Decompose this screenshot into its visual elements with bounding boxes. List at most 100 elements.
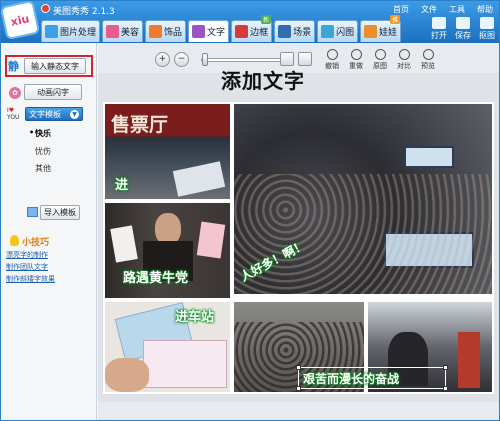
tab-scene[interactable]: 场景: [274, 20, 316, 42]
folder-icon: [432, 17, 446, 29]
tab-text[interactable]: 文字: [188, 20, 230, 42]
tab-accessories[interactable]: 饰品: [145, 20, 187, 42]
caption-long-battle[interactable]: 艰苦而漫长的奋战: [303, 370, 399, 387]
save-icon: [456, 17, 470, 29]
import-template-button[interactable]: 导入模板: [40, 205, 80, 220]
undo-button[interactable]: 撤销: [322, 49, 342, 71]
main-tabs: 图片处理 美容 饰品 文字 新边框 场景 闪图 推娃娃: [41, 15, 402, 42]
resize-handle-sw[interactable]: [296, 386, 301, 391]
menu-file[interactable]: 文件: [421, 4, 437, 15]
love-icon: I♥ YOU: [7, 107, 20, 121]
menu-home[interactable]: 首页: [393, 4, 409, 15]
tip-link-2[interactable]: 制作团队文字: [6, 262, 48, 272]
heart-icon: [149, 25, 163, 38]
tab-label: 边框: [250, 28, 269, 38]
original-label: 原图: [373, 62, 387, 70]
mood-sad[interactable]: 忧伤: [35, 146, 51, 157]
new-badge: 新: [261, 15, 272, 24]
original-icon: [374, 49, 386, 60]
import-icon: [27, 207, 38, 217]
actual-size-icon[interactable]: [298, 52, 312, 66]
static-text-button[interactable]: 输入静态文字: [24, 58, 86, 74]
menu-help[interactable]: 帮助: [477, 4, 493, 15]
file-toolbar: 打开 保存 抠图: [431, 17, 495, 41]
tab-doll[interactable]: 推娃娃: [360, 15, 402, 42]
preview-label: 预览: [421, 62, 435, 70]
dynamic-text-button[interactable]: 动画闪字: [24, 84, 82, 100]
capture-label: 抠图: [479, 31, 495, 40]
compare-button[interactable]: 对比: [394, 49, 414, 71]
tickets-left: [110, 225, 138, 263]
title-bar: xiu 美图秀秀 2.1.3 首页 文件 工具 帮助 图片处理 美容 饰品 文字…: [0, 0, 499, 43]
tab-label: 娃娃: [379, 28, 398, 38]
resize-handle-nw[interactable]: [296, 365, 301, 370]
recommend-badge: 推: [390, 15, 401, 24]
person-red: [458, 332, 480, 388]
headline-text: 添加文字: [221, 69, 305, 93]
zoom-slider-thumb[interactable]: [202, 53, 208, 66]
menu-tools[interactable]: 工具: [449, 4, 465, 15]
photo-id-card[interactable]: 进车站: [105, 302, 230, 392]
zoom-slider[interactable]: [201, 58, 291, 62]
logo-text: xiu: [9, 11, 31, 29]
caption-enter[interactable]: 进: [115, 174, 128, 193]
compare-icon: [398, 49, 410, 60]
redo-button[interactable]: 重做: [346, 49, 366, 71]
text-icon: [192, 25, 206, 38]
mood-other[interactable]: 其他: [35, 163, 51, 174]
redo-icon: [350, 49, 362, 60]
redo-label: 重做: [349, 62, 363, 70]
resize-handle-ne[interactable]: [443, 365, 448, 370]
train-ticket: [143, 340, 227, 388]
mood-happy[interactable]: 快乐: [29, 128, 51, 139]
editor-area: + − 撤销 重做 原图 对比 预览 添加文字 售票厅 进 人好多！啊！ 路遇黄…: [98, 43, 499, 420]
open-label: 打开: [431, 31, 447, 40]
hand: [105, 358, 149, 392]
love-you: YOU: [7, 114, 20, 121]
tab-label: 饰品: [164, 28, 183, 38]
preview-icon: [422, 49, 434, 60]
ticket-card: [172, 161, 226, 197]
static-text-icon: 静: [8, 60, 19, 73]
text-template-button[interactable]: 文字模板 ▼: [25, 107, 83, 121]
app-logo: xiu: [0, 0, 41, 41]
caption-enter-station[interactable]: 进车站: [175, 306, 214, 325]
tab-label: 闪图: [336, 28, 355, 38]
tab-flash[interactable]: 闪图: [317, 20, 359, 42]
crowd-texture: [234, 174, 492, 294]
tab-label: 美容: [121, 28, 140, 38]
doll-icon: [364, 25, 378, 38]
caption-scalper[interactable]: 路遇黄牛党: [123, 267, 188, 286]
tab-frame[interactable]: 新边框: [231, 15, 273, 42]
app-icon: [41, 4, 50, 13]
open-button[interactable]: 打开: [431, 17, 447, 41]
image-icon: [45, 25, 58, 38]
zoom-out-icon[interactable]: −: [174, 52, 189, 67]
tab-label: 图片处理: [60, 28, 97, 38]
tickets-right: [196, 221, 226, 259]
template-label: 文字模板: [29, 109, 61, 119]
save-button[interactable]: 保存: [455, 17, 471, 41]
tab-beauty[interactable]: 美容: [102, 20, 144, 42]
tip-link-3[interactable]: 制作斜矮字效果: [6, 274, 55, 284]
text-selection-box[interactable]: 艰苦而漫长的奋战: [296, 365, 448, 391]
preview-button[interactable]: 预览: [418, 49, 438, 71]
resize-handle-se[interactable]: [443, 386, 448, 391]
save-label: 保存: [455, 31, 471, 40]
photo-collage: 售票厅 进 人好多！啊！ 路遇黄牛党 进车站 艰苦而漫长的奋战: [103, 102, 494, 394]
fit-window-icon[interactable]: [280, 52, 294, 66]
text-sidebar: 静 输入静态文字 ✿ 动画闪字 I♥YOU 文字模板 ▼ 快乐 忧伤 其他 导入模…: [2, 43, 97, 420]
zoom-in-icon[interactable]: +: [155, 52, 170, 67]
scene-icon: [278, 25, 292, 38]
lightbulb-icon: [10, 235, 19, 246]
photo-scalper[interactable]: 路遇黄牛党: [105, 203, 230, 298]
chevron-down-icon: ▼: [70, 109, 79, 119]
app-title: 美图秀秀 2.1.3: [53, 7, 115, 17]
flash-text-icon: ✿: [9, 87, 21, 99]
undo-label: 撤销: [325, 62, 339, 70]
original-button[interactable]: 原图: [370, 49, 390, 71]
tip-link-1[interactable]: 漂亮字的制作: [6, 250, 48, 260]
tab-image-processing[interactable]: 图片处理: [41, 20, 101, 42]
photo-ticket-hall[interactable]: 售票厅 进: [105, 104, 230, 199]
capture-button[interactable]: 抠图: [479, 17, 495, 41]
